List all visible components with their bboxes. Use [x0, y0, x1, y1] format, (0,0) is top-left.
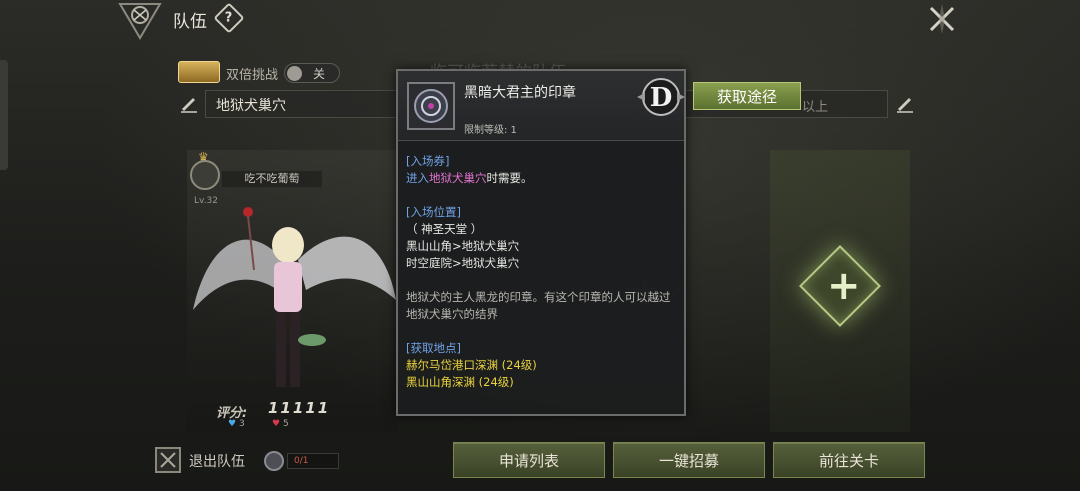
- double-challenge-label: 双倍挑战: [226, 68, 279, 83]
- toggle-state: 关: [313, 67, 326, 81]
- exit-team-label[interactable]: 退出队伍: [189, 451, 245, 471]
- stat-blue: ♥ 3: [228, 419, 245, 429]
- location-section-title: [入场位置]: [406, 205, 461, 219]
- double-challenge-icon: [178, 61, 220, 83]
- tooltip-body: [入场券] 进入地狱犬巢穴时需要。 [入场位置] （ 神圣天堂 ） 黑山山角>地…: [406, 153, 676, 391]
- item-description: 地狱犬的主人黑龙的印章。有这个印章的人可以越过地狱犬巢穴的结界: [406, 290, 671, 321]
- avatar[interactable]: [190, 160, 220, 190]
- ticket-count: 0/1: [287, 453, 339, 469]
- double-challenge-toggle[interactable]: 关: [284, 63, 340, 83]
- obtain-source-button[interactable]: 获取途径: [693, 82, 801, 110]
- edit-level-icon[interactable]: [894, 92, 916, 114]
- stat-red: ♥ 5: [272, 419, 289, 429]
- go-to-stage-button[interactable]: 前往关卡: [773, 442, 925, 478]
- empty-slot-3[interactable]: +: [770, 150, 910, 432]
- svg-text:D: D: [650, 83, 673, 113]
- obtain-location: 赫尔马岱港口深渊 (24级): [406, 358, 537, 372]
- toggle-knob: [287, 66, 302, 81]
- score-value: 11111: [268, 399, 331, 417]
- ticket-requirement: 进入地狱犬巢穴时需要。: [406, 171, 533, 185]
- seal-item-icon: [407, 82, 455, 130]
- page-title: 队伍: [173, 12, 207, 32]
- item-tooltip: 黑暗大君主的印章 限制等级: 1 D [入场券] 进入地狱犬巢穴时需要。 [入场…: [396, 69, 686, 416]
- plus-icon: +: [827, 263, 861, 309]
- location-line: 时空庭院>地狱犬巢穴: [406, 256, 520, 270]
- apply-list-button[interactable]: 申请列表: [453, 442, 605, 478]
- location-line: 黑山山角>地狱犬巢穴: [406, 239, 520, 253]
- level-requirement-text: 以上: [802, 100, 829, 115]
- item-level-limit: 限制等级: 1: [464, 125, 517, 136]
- location-line: （ 神圣天堂 ）: [406, 222, 483, 236]
- close-icon[interactable]: [925, 2, 959, 36]
- close-icon: [160, 452, 176, 468]
- left-edge-tab[interactable]: [0, 60, 8, 170]
- seal-ticket-icon: [264, 451, 284, 471]
- grade-badge-icon: D: [637, 78, 685, 116]
- obtain-section-title: [获取地点]: [406, 341, 461, 355]
- character-portrait: [193, 207, 396, 387]
- player-name: 吃不吃葡萄: [222, 171, 322, 187]
- exit-team-checkbox[interactable]: [155, 447, 181, 473]
- edit-dungeon-icon[interactable]: [178, 92, 200, 114]
- quick-recruit-button[interactable]: 一键招募: [613, 442, 765, 478]
- item-name: 黑暗大君主的印章: [464, 85, 576, 101]
- obtain-location: 黑山山角深渊 (24级): [406, 375, 514, 389]
- team-emblem-icon: [118, 3, 162, 40]
- dungeon-selector[interactable]: 地狱犬巢穴: [205, 90, 415, 118]
- dungeon-name: 地狱犬巢穴: [216, 98, 286, 114]
- ticket-section-title: [入场券]: [406, 154, 450, 168]
